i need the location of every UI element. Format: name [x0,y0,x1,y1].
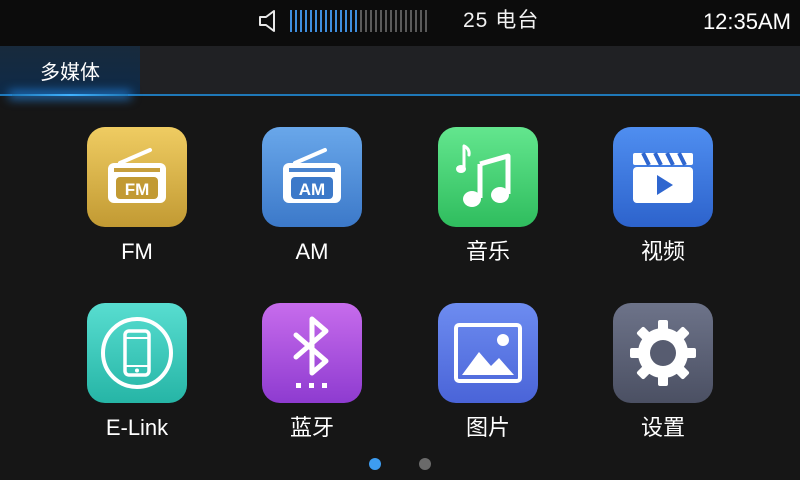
volume-tick [295,10,297,32]
app-label-am: AM [295,239,329,264]
volume-tick [315,10,317,32]
app-am[interactable]: AM AM [237,127,387,277]
volume-tick [320,10,322,32]
volume-tick [360,10,362,32]
fm-radio-icon[interactable]: FM [87,127,187,227]
volume-tick [425,10,427,32]
video-clapper-icon[interactable] [613,127,713,227]
app-label-bluetooth: 蓝牙 [289,415,334,440]
volume-tick [330,10,332,32]
app-label-picture: 图片 [465,415,510,440]
clock: 12:35AM [702,9,791,34]
app-label-music: 音乐 [465,239,510,264]
app-settings[interactable]: 设置 [588,303,738,453]
am-radio-icon[interactable]: AM [262,127,362,227]
volume-tick [385,10,387,32]
volume-tick [390,10,392,32]
app-label-settings: 设置 [640,415,685,440]
picture-icon[interactable] [438,303,538,403]
page-indicator-1[interactable] [369,458,381,470]
volume-tick [355,10,357,32]
app-music[interactable]: 音乐 [413,127,563,277]
music-note-icon[interactable] [438,127,538,227]
volume-tick [375,10,377,32]
volume-tick [420,10,422,32]
svg-text:AM: AM [299,180,325,199]
volume-tick [395,10,397,32]
volume-tick [405,10,407,32]
bluetooth-icon[interactable] [262,303,362,403]
app-picture[interactable]: 图片 [413,303,563,453]
phone-link-icon[interactable] [87,303,187,403]
status-bar: 25 电台 12:35AM [0,0,800,46]
volume-tick [335,10,337,32]
volume-tick [345,10,347,32]
volume-tick [300,10,302,32]
tab-multimedia[interactable]: 多媒体 [0,46,140,96]
volume-tick [400,10,402,32]
volume-tick [310,10,312,32]
app-label-elink: E-Link [105,415,169,440]
volume-tick [365,10,367,32]
volume-tick [415,10,417,32]
tab-bar: 多媒体 [0,46,800,96]
gear-icon[interactable] [613,303,713,403]
svg-text:FM: FM [125,180,150,199]
app-label-video: 视频 [640,239,685,264]
app-bluetooth[interactable]: 蓝牙 [237,303,387,453]
app-label-fm: FM [121,239,153,264]
volume-tick [380,10,382,32]
app-fm[interactable]: FM FM [62,127,212,277]
radio-station: 25 电台 [463,9,540,32]
volume-tick [290,10,292,32]
speaker-icon[interactable] [257,8,283,34]
app-video[interactable]: 视频 [588,127,738,277]
volume-tick [350,10,352,32]
volume-tick [340,10,342,32]
volume-tick [410,10,412,32]
volume-bar[interactable] [290,10,427,32]
page-indicator-2[interactable] [419,458,431,470]
volume-tick [305,10,307,32]
app-elink[interactable]: E-Link [62,303,212,453]
volume-tick [325,10,327,32]
volume-tick [370,10,372,32]
